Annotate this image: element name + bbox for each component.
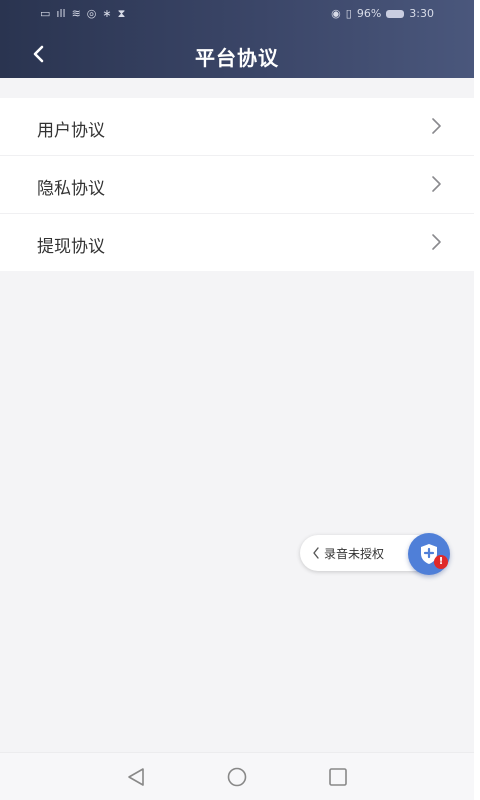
system-nav-bar: [0, 752, 474, 800]
list-item-privacy-agreement[interactable]: 隐私协议: [0, 156, 474, 214]
chevron-right-icon: [432, 234, 441, 250]
screen: ▭ ıll ≋ ◎ ∗ ⧗ ◉ ▯ 96% 3:30 平台协议 用户协议 隐私协…: [0, 0, 474, 800]
status-bar: ▭ ıll ≋ ◎ ∗ ⧗ ◉ ▯ 96% 3:30: [0, 0, 474, 30]
recording-fab-button[interactable]: !: [408, 533, 450, 575]
chevron-left-icon: [313, 547, 319, 559]
home-circle-icon[interactable]: [225, 765, 249, 789]
page-title: 平台协议: [195, 46, 279, 70]
clock-time: 3:30: [409, 7, 434, 20]
status-right: ◉ ▯ 96% 3:30: [331, 8, 434, 20]
hd-icon: ▭: [40, 7, 51, 20]
wifi-icon: ≋: [71, 7, 81, 20]
signal-icon: ıll: [56, 7, 66, 20]
recents-square-icon[interactable]: [326, 765, 350, 789]
location-icon: ◉: [331, 7, 341, 20]
hourglass-icon: ⧗: [117, 7, 126, 20]
list-item-label: 用户协议: [37, 121, 105, 141]
status-left-icons: ▭ ıll ≋ ◎ ∗ ⧗: [40, 8, 125, 20]
header: ▭ ıll ≋ ◎ ∗ ⧗ ◉ ▯ 96% 3:30 平台协议: [0, 0, 474, 78]
back-triangle-icon[interactable]: [124, 765, 148, 789]
nav-bar: 平台协议: [0, 30, 474, 78]
alert-badge: !: [434, 555, 448, 569]
recording-permission-label: 录音未授权: [324, 546, 385, 561]
bluetooth-icon: ∗: [102, 7, 112, 20]
list-item-label: 提现协议: [37, 237, 105, 257]
eye-icon: ◎: [86, 7, 97, 20]
vibrate-icon: ▯: [345, 7, 352, 20]
list-item-label: 隐私协议: [37, 179, 105, 199]
battery-icon: [386, 10, 405, 18]
battery-percent: 96%: [356, 7, 382, 20]
agreement-list: 用户协议 隐私协议 提现协议: [0, 98, 474, 271]
list-item-user-agreement[interactable]: 用户协议: [0, 98, 474, 156]
chevron-right-icon: [432, 176, 441, 192]
chevron-right-icon: [432, 118, 441, 134]
list-item-withdrawal-agreement[interactable]: 提现协议: [0, 214, 474, 271]
